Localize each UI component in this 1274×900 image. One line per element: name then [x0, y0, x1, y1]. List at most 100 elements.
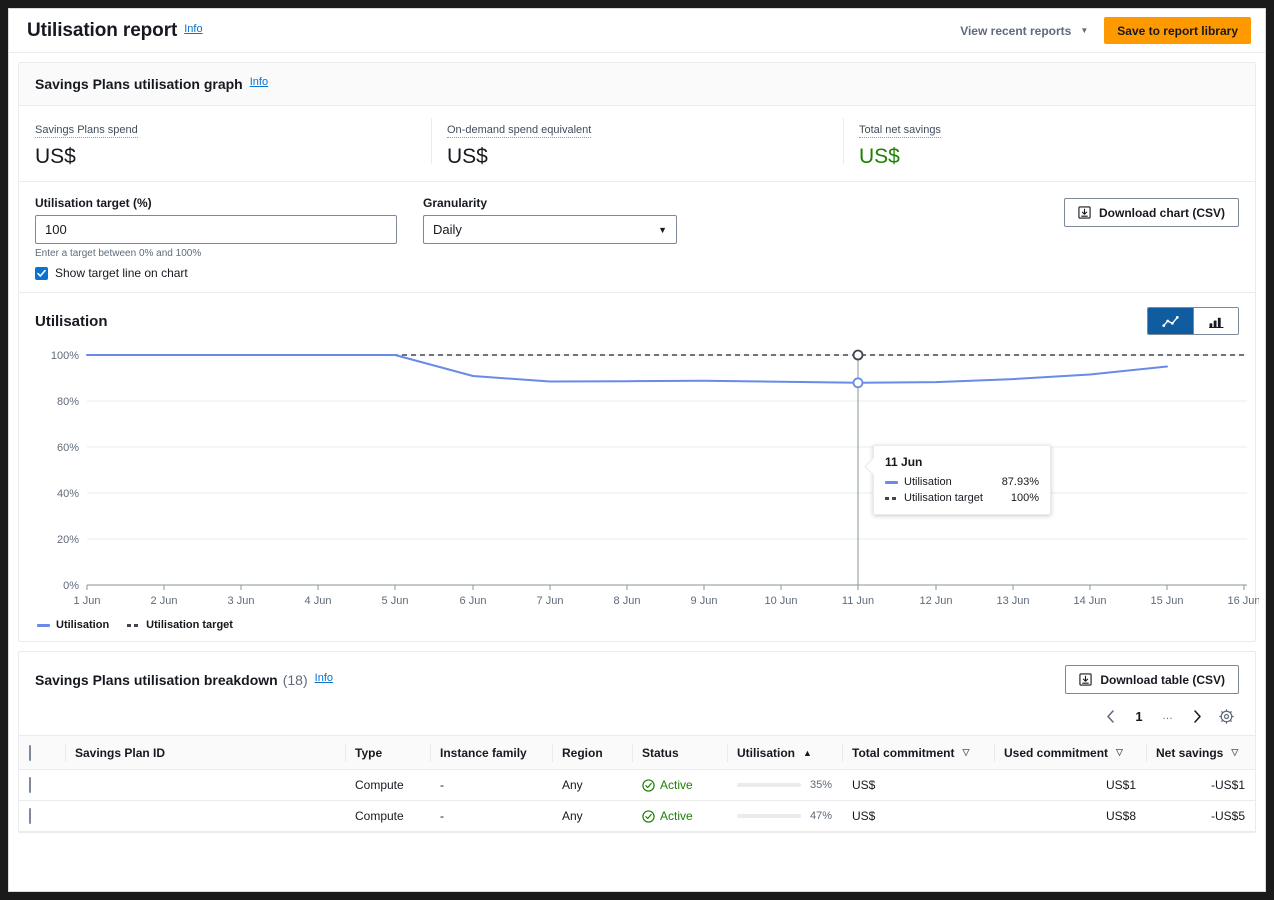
table-header-utilisation[interactable]: Utilisation ▲ — [727, 735, 842, 770]
legend-item-utilisation[interactable]: Utilisation — [37, 619, 109, 631]
table-preferences-button[interactable] — [1213, 704, 1239, 728]
tooltip-key: Utilisation — [904, 476, 952, 488]
granularity-label: Granularity — [423, 196, 488, 210]
download-chart-csv-label: Download chart (CSV) — [1098, 205, 1225, 220]
savings-plans-breakdown-table: Savings Plan ID Type Instance family Reg… — [19, 735, 1255, 832]
graph-card-info-link[interactable]: Info — [250, 76, 268, 88]
cell-savings-plan-id — [65, 769, 345, 801]
row-checkbox[interactable] — [29, 808, 31, 824]
graph-card-header: Savings Plans utilisation graph Info — [19, 63, 1255, 106]
column-label: Region — [562, 745, 603, 760]
status-check-circle-icon — [642, 778, 655, 792]
table-header-instance-family[interactable]: Instance family — [430, 735, 552, 770]
page-title-info-link[interactable]: Info — [184, 23, 202, 35]
chart-tooltip: 11 Jun Utilisation 87.93% Utilisation ta… — [873, 445, 1051, 515]
table-header-savings-plan-id[interactable]: Savings Plan ID — [65, 735, 345, 770]
row-checkbox[interactable] — [29, 777, 31, 793]
show-target-line-row[interactable]: Show target line on chart — [35, 266, 397, 280]
legend-label: Utilisation — [56, 619, 110, 631]
svg-text:3 Jun: 3 Jun — [228, 595, 255, 607]
utilisation-target-input[interactable] — [35, 215, 397, 244]
utilisation-plot: 100% 80% 60% 40% 20% 0% 1 Jun 2 Jun 3 Ju… — [35, 343, 1259, 613]
savings-plans-utilisation-breakdown-card: Savings Plans utilisation breakdown (18)… — [18, 651, 1256, 833]
svg-text:9 Jun: 9 Jun — [691, 595, 718, 607]
pagination-next-button[interactable] — [1184, 704, 1210, 728]
download-chart-csv-button[interactable]: Download chart (CSV) — [1063, 198, 1239, 227]
sort-ascending-icon: ▲ — [803, 747, 812, 758]
breakdown-info-link[interactable]: Info — [315, 672, 333, 684]
column-label: Used commitment — [1004, 745, 1109, 760]
table-header-net-savings[interactable]: Net savings ▽ — [1146, 735, 1255, 770]
tooltip-value: 100% — [1010, 492, 1039, 504]
line-chart-toggle[interactable] — [1148, 308, 1193, 334]
utilisation-target-label: Utilisation target (%) — [35, 196, 152, 210]
table-header-status[interactable]: Status — [632, 735, 727, 770]
svg-text:0%: 0% — [63, 580, 79, 592]
svg-text:60%: 60% — [57, 442, 79, 454]
legend-dashed-icon — [127, 623, 141, 627]
y-axis-labels: 100% 80% 60% 40% 20% 0% — [51, 350, 79, 592]
svg-text:13 Jun: 13 Jun — [996, 595, 1029, 607]
save-to-report-library-button[interactable]: Save to report library — [1104, 17, 1251, 44]
chart-type-toggle-group — [1147, 307, 1239, 335]
svg-text:8 Jun: 8 Jun — [614, 595, 641, 607]
breakdown-title: Savings Plans utilisation breakdown — [35, 671, 278, 688]
check-icon — [37, 269, 46, 277]
kpi-value: US$ — [447, 145, 488, 168]
utilisation-hover-marker — [852, 377, 864, 389]
table-header-total-commitment[interactable]: Total commitment ▽ — [842, 735, 994, 770]
kpi-total-net-savings: Total net savings US$ — [843, 118, 1255, 169]
pagination-prev-button[interactable] — [1097, 704, 1123, 728]
download-table-csv-button[interactable]: Download table (CSV) — [1065, 665, 1239, 694]
cell-type: Compute — [345, 800, 430, 832]
graph-card-title: Savings Plans utilisation graph — [35, 76, 243, 92]
table-pagination: 1 … — [19, 704, 1255, 735]
status-badge: Active — [660, 809, 693, 823]
svg-text:4 Jun: 4 Jun — [305, 595, 332, 607]
table-header-used-commitment[interactable]: Used commitment ▽ — [994, 735, 1146, 770]
cell-status: Active — [632, 800, 727, 832]
view-recent-reports-button[interactable]: View recent reports ▼ — [948, 17, 1101, 44]
table-row[interactable]: Compute - Any Active — [19, 769, 1255, 801]
cell-used-commitment: US$8 — [994, 800, 1146, 832]
svg-text:1 Jun: 1 Jun — [74, 595, 101, 607]
cell-region: Any — [552, 769, 632, 801]
kpi-label: On-demand spend equivalent — [447, 124, 592, 138]
select-all-checkbox[interactable] — [29, 744, 31, 761]
legend-item-utilisation-target[interactable]: Utilisation target — [127, 619, 233, 631]
cell-region: Any — [552, 800, 632, 832]
kpi-label: Total net savings — [859, 124, 941, 138]
svg-text:12 Jun: 12 Jun — [919, 595, 952, 607]
utilisation-progress-bar — [737, 783, 801, 787]
show-target-line-label: Show target line on chart — [55, 266, 188, 280]
bar-chart-toggle[interactable] — [1193, 308, 1238, 334]
show-target-line-checkbox[interactable] — [35, 266, 48, 280]
column-label: Utilisation — [737, 745, 796, 760]
utilisation-percent: 47% — [809, 810, 832, 822]
page-title: Utilisation report — [27, 19, 178, 41]
chevron-down-icon: ▼ — [658, 224, 667, 235]
granularity-select[interactable]: Daily ▼ — [423, 215, 677, 244]
svg-text:7 Jun: 7 Jun — [537, 595, 564, 607]
svg-text:11 Jun: 11 Jun — [842, 595, 874, 607]
svg-text:2 Jun: 2 Jun — [151, 595, 178, 607]
row-select-cell — [19, 769, 65, 801]
svg-text:100%: 100% — [51, 350, 79, 362]
pagination-page-1[interactable]: 1 — [1126, 704, 1152, 728]
sort-descending-icon: ▽ — [962, 747, 970, 757]
breakdown-count: (18) — [282, 671, 308, 688]
cell-utilisation: 35% — [727, 769, 842, 801]
svg-text:10 Jun: 10 Jun — [764, 595, 797, 607]
cell-net-savings: -US$1 — [1146, 769, 1255, 801]
chart-legend: Utilisation Utilisation target — [35, 613, 1239, 631]
chevron-left-icon — [1106, 709, 1114, 723]
savings-plans-utilisation-graph-card: Savings Plans utilisation graph Info Sav… — [18, 62, 1259, 642]
table-row[interactable]: Compute - Any Active — [19, 800, 1255, 832]
status-check-circle-icon — [642, 809, 655, 823]
utilisation-series-line — [86, 354, 1168, 384]
x-axis-ticks — [86, 585, 1245, 590]
svg-text:6 Jun: 6 Jun — [460, 595, 487, 607]
tooltip-value: 87.93% — [1001, 476, 1039, 488]
table-header-region[interactable]: Region — [552, 735, 632, 770]
table-header-type[interactable]: Type — [345, 735, 430, 770]
